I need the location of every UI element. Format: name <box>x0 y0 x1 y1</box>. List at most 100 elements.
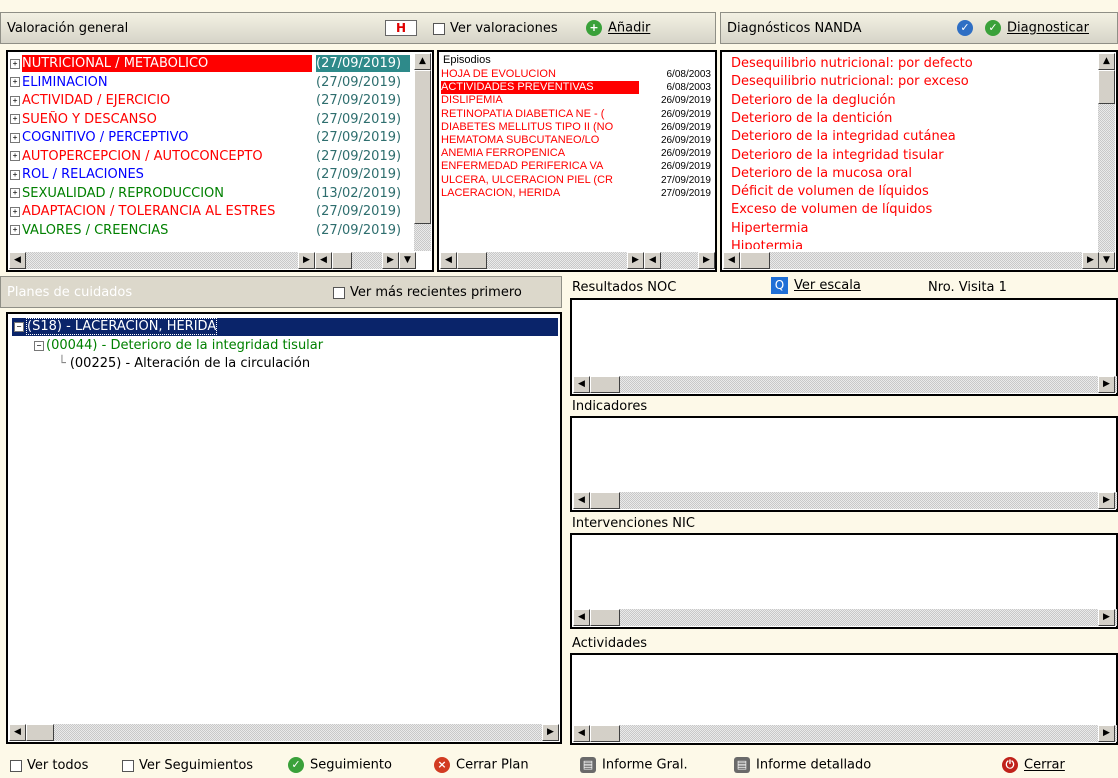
nanda-hscroll[interactable] <box>723 252 1099 269</box>
ver-escala-button[interactable]: Q Ver escala <box>771 277 861 294</box>
nanda-item[interactable]: Deterioro de la integridad cutánea <box>731 128 1091 145</box>
nanda-item[interactable]: Deterioro de la integridad tisular <box>731 147 1091 164</box>
valoracion-item[interactable]: + ELIMINACION (27/09/2019) <box>10 74 412 91</box>
nanda-item[interactable]: Desequilibrio nutricional: por exceso <box>731 73 1091 90</box>
scroll-right-icon[interactable]: ▶ <box>1098 492 1115 509</box>
episodio-item[interactable]: RETINOPATIA DIABETICA NE - (26/09/2019 <box>441 108 715 121</box>
scroll-right-icon[interactable]: ▶ <box>698 252 715 269</box>
noc-hscroll[interactable] <box>573 376 1117 393</box>
nanda-item[interactable]: Hipertermia <box>731 220 1091 237</box>
cerrar-plan-button[interactable]: × Cerrar Plan <box>434 757 529 773</box>
scroll-right-icon[interactable]: ▶ <box>382 252 399 269</box>
nanda-hscroll-thumb[interactable] <box>740 252 770 269</box>
valoracion-hscroll-thumb[interactable] <box>332 252 352 269</box>
cerrar-button[interactable]: ⏻ Cerrar <box>1002 757 1065 773</box>
ver-recientes-checkbox[interactable]: Ver más recientes primero <box>333 285 522 300</box>
expand-icon[interactable]: + <box>10 114 20 124</box>
hospital-icon[interactable]: H <box>385 20 417 36</box>
anadir-button[interactable]: + Añadir <box>586 20 650 36</box>
episodios-hscroll-thumb[interactable] <box>457 252 487 269</box>
expand-icon[interactable]: + <box>10 151 20 161</box>
nanda-vscroll-thumb[interactable] <box>1098 70 1115 104</box>
informe-gral-button[interactable]: ▤ Informe Gral. <box>580 757 688 773</box>
episodio-item[interactable]: LACERACION, HERIDA 27/09/2019 <box>441 187 715 200</box>
valoracion-item[interactable]: + ROL / RELACIONES (27/09/2019) <box>10 166 412 183</box>
scroll-left-icon[interactable]: ◀ <box>723 252 740 269</box>
valoracion-item[interactable]: + SUEÑO Y DESCANSO (27/09/2019) <box>10 111 412 128</box>
nanda-item[interactable]: Exceso de volumen de líquidos <box>731 201 1091 218</box>
scroll-up-icon[interactable]: ▲ <box>1098 53 1115 70</box>
valoracion-hscroll-name[interactable] <box>9 252 315 269</box>
ver-valoraciones-checkbox[interactable]: Ver valoraciones <box>433 21 558 36</box>
intervenciones-hscroll-thumb[interactable] <box>590 609 620 626</box>
intervenciones-hscroll[interactable] <box>573 609 1117 626</box>
episodio-item[interactable]: HOJA DE EVOLUCION 6/08/2003 <box>441 68 715 81</box>
expand-icon[interactable]: + <box>10 206 20 217</box>
nanda-item[interactable]: Deterioro de la mucosa oral <box>731 165 1091 182</box>
episodio-item[interactable]: ENFERMEDAD PERIFERICA VA 26/09/2019 <box>441 160 715 173</box>
expand-icon[interactable]: + <box>10 169 20 180</box>
diagnosticar-button[interactable]: ✓ Diagnosticar <box>985 20 1089 36</box>
valoracion-item[interactable]: + NUTRICIONAL / METABOLICO (27/09/2019) <box>10 55 412 72</box>
scroll-left-icon[interactable]: ◀ <box>573 609 590 626</box>
nanda-item[interactable]: Déficit de volumen de líquidos <box>731 183 1091 200</box>
expand-icon[interactable]: + <box>10 188 20 198</box>
scroll-right-icon[interactable]: ▶ <box>542 724 559 741</box>
scroll-right-icon[interactable]: ▶ <box>1098 609 1115 626</box>
scroll-right-icon[interactable]: ▶ <box>1098 725 1115 742</box>
episodio-item[interactable]: DISLIPEMIA 26/09/2019 <box>441 94 715 107</box>
episodio-item[interactable]: HEMATOMA SUBCUTANEO/LO 26/09/2019 <box>441 134 715 147</box>
scroll-down-icon[interactable]: ▼ <box>1098 252 1115 269</box>
valoracion-item[interactable]: + VALORES / CREENCIAS (27/09/2019) <box>10 222 412 239</box>
scroll-left-icon[interactable]: ◀ <box>440 252 457 269</box>
expand-icon[interactable]: + <box>10 132 20 143</box>
nanda-item[interactable]: Deterioro de la dentición <box>731 110 1091 127</box>
scroll-right-icon[interactable]: ▶ <box>627 252 644 269</box>
scroll-left-icon[interactable]: ◀ <box>573 725 590 742</box>
tree-node-child[interactable]: └ (00225) - Alteración de la circulación <box>58 355 310 373</box>
seguimiento-button[interactable]: ✓ Seguimiento <box>288 757 392 773</box>
scroll-left-icon[interactable]: ◀ <box>315 252 332 269</box>
nanda-item[interactable]: Hipotermia <box>731 238 1091 249</box>
valoracion-item[interactable]: + COGNITIVO / PERCEPTIVO (27/09/2019) <box>10 129 412 146</box>
scroll-left-icon[interactable]: ◀ <box>573 376 590 393</box>
nanda-item[interactable]: Deterioro de la deglución <box>731 92 1091 109</box>
expand-icon[interactable]: + <box>10 58 20 69</box>
scroll-left-icon[interactable]: ◀ <box>9 724 26 741</box>
ver-todos-checkbox[interactable]: Ver todos <box>10 758 88 773</box>
scroll-left-icon[interactable]: ◀ <box>9 252 26 269</box>
indicadores-hscroll[interactable] <box>573 492 1117 509</box>
planes-hscroll[interactable] <box>9 724 559 741</box>
expand-icon[interactable]: + <box>10 95 20 106</box>
valoracion-item[interactable]: + SEXUALIDAD / REPRODUCCION (13/02/2019) <box>10 185 412 202</box>
scroll-right-icon[interactable]: ▶ <box>1098 376 1115 393</box>
valoracion-item[interactable]: + ACTIVIDAD / EJERCICIO (27/09/2019) <box>10 92 412 109</box>
valoracion-vscroll-thumb[interactable] <box>414 70 431 224</box>
scroll-up-icon[interactable]: ▲ <box>414 53 431 70</box>
informe-detallado-button[interactable]: ▤ Informe detallado <box>734 757 871 773</box>
expand-icon[interactable]: + <box>10 77 20 87</box>
noc-hscroll-thumb[interactable] <box>590 376 620 393</box>
resultados-noc-panel: ◀ ▶ <box>570 298 1118 396</box>
scroll-right-icon[interactable]: ▶ <box>298 252 315 269</box>
episodio-item[interactable]: ANEMIA FERROPENICA 26/09/2019 <box>441 147 715 160</box>
scroll-right-icon[interactable]: ▶ <box>1082 252 1099 269</box>
tree-node-root[interactable]: − (S18) - LACERACION, HERIDA <box>12 318 558 336</box>
scroll-left-icon[interactable]: ◀ <box>644 252 661 269</box>
valoracion-item[interactable]: + ADAPTACION / TOLERANCIA AL ESTRES (27/09… <box>10 203 412 220</box>
scroll-left-icon[interactable]: ◀ <box>573 492 590 509</box>
expand-icon[interactable]: + <box>10 225 20 235</box>
episodio-item[interactable]: DIABETES MELLITUS TIPO II (NO 26/09/2019 <box>441 121 715 134</box>
scroll-down-icon[interactable]: ▼ <box>399 252 416 269</box>
ver-seguimientos-checkbox[interactable]: Ver Seguimientos <box>122 758 253 773</box>
actividades-hscroll[interactable] <box>573 725 1117 742</box>
nanda-info-button[interactable]: ✓ <box>957 20 979 36</box>
episodio-item[interactable]: ULCERA, ULCERACION PIEL (CR 27/09/2019 <box>441 174 715 187</box>
valoracion-item[interactable]: + AUTOPERCEPCION / AUTOCONCEPTO (27/09/201… <box>10 148 412 165</box>
tree-node-diagnosis[interactable]: − (00044) - Deterioro de la integridad ti… <box>34 337 323 355</box>
nanda-item[interactable]: Desequilibrio nutricional: por defecto <box>731 55 1091 72</box>
actividades-hscroll-thumb[interactable] <box>590 725 620 742</box>
planes-hscroll-thumb[interactable] <box>26 724 54 741</box>
indicadores-hscroll-thumb[interactable] <box>590 492 620 509</box>
episodio-item[interactable]: ACTIVIDADES PREVENTIVAS 6/08/2003 <box>441 81 715 95</box>
